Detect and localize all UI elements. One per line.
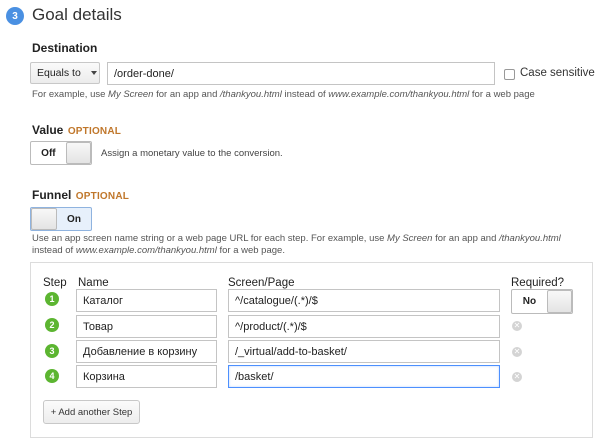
optional-badge: OPTIONAL — [75, 191, 130, 202]
step-number-3: 3 — [45, 344, 59, 358]
step-number-badge: 3 — [6, 7, 24, 25]
funnel-label: Funnel — [32, 188, 72, 202]
required-toggle[interactable]: No — [511, 289, 573, 314]
funnel-section-heading: Funnel OPTIONAL — [32, 186, 129, 204]
step-number-2: 2 — [45, 318, 59, 332]
hint-text: for an app and — [153, 89, 221, 100]
funnel-hint: Use an app screen name string or a web p… — [32, 233, 592, 257]
hint-emphasis: www.example.com/thankyou.html — [328, 89, 470, 100]
step-page-input[interactable]: /_virtual/add-to-basket/ — [228, 340, 500, 363]
match-type-select[interactable]: Equals to — [30, 62, 100, 84]
step-name-input[interactable]: Каталог — [76, 289, 217, 312]
hint-emphasis: My Screen — [387, 233, 433, 244]
hint-text: instead of — [32, 245, 76, 256]
chevron-down-icon — [90, 71, 97, 75]
value-description: Assign a monetary value to the conversio… — [101, 148, 283, 159]
value-label: Value — [32, 123, 64, 137]
destination-hint: For example, use My Screen for an app an… — [32, 89, 535, 101]
column-header-step: Step — [43, 277, 67, 289]
required-toggle-label: No — [522, 296, 537, 307]
step-name-input[interactable]: Товар — [76, 315, 217, 338]
step-number-4: 4 — [45, 369, 59, 383]
toggle-knob — [31, 208, 57, 230]
remove-step-icon[interactable]: ✕ — [512, 347, 522, 357]
step-number-1: 1 — [45, 292, 59, 306]
hint-text: for an app and — [432, 233, 499, 244]
destination-label: Destination — [32, 41, 98, 55]
hint-text: instead of — [281, 89, 329, 100]
match-type-value: Equals to — [37, 67, 81, 79]
column-header-required: Required? — [511, 277, 565, 289]
remove-step-icon[interactable]: ✕ — [512, 372, 522, 382]
value-toggle[interactable]: Off — [30, 141, 92, 165]
hint-text: for a web page. — [216, 245, 285, 256]
column-header-screen-page: Screen/Page — [228, 277, 295, 289]
add-step-button[interactable]: + Add another Step — [43, 400, 140, 424]
step-name-input[interactable]: Добавление в корзину — [76, 340, 217, 363]
page-title: Goal details — [32, 5, 122, 24]
toggle-knob — [65, 142, 91, 164]
funnel-toggle-label: On — [67, 213, 81, 225]
case-sensitive-label: Case sensitive — [520, 67, 595, 79]
hint-emphasis: /thankyou.html — [220, 89, 282, 100]
value-section-heading: Value OPTIONAL — [32, 121, 121, 139]
hint-text: for a web page — [469, 89, 535, 100]
destination-input[interactable]: /order-done/ — [107, 62, 495, 85]
hint-text: Use an app screen name string or a web p… — [32, 233, 388, 244]
toggle-knob — [546, 290, 572, 313]
hint-emphasis: /thankyou.html — [499, 233, 561, 244]
value-toggle-label: Off — [41, 147, 56, 159]
case-sensitive-checkbox[interactable] — [504, 69, 515, 80]
remove-step-icon[interactable]: ✕ — [512, 321, 522, 331]
hint-emphasis: My Screen — [108, 89, 154, 100]
step-name-input[interactable]: Корзина — [76, 365, 217, 388]
funnel-toggle[interactable]: On — [30, 207, 92, 231]
hint-emphasis: www.example.com/thankyou.html — [75, 245, 217, 256]
column-header-name: Name — [78, 277, 109, 289]
hint-text: For example, use — [32, 89, 109, 100]
step-page-input[interactable]: ^/catalogue/(.*)/$ — [228, 289, 500, 312]
optional-badge: OPTIONAL — [67, 126, 122, 137]
step-page-input[interactable]: ^/product/(.*)/$ — [228, 315, 500, 338]
step-page-input[interactable]: /basket/ — [228, 365, 500, 388]
